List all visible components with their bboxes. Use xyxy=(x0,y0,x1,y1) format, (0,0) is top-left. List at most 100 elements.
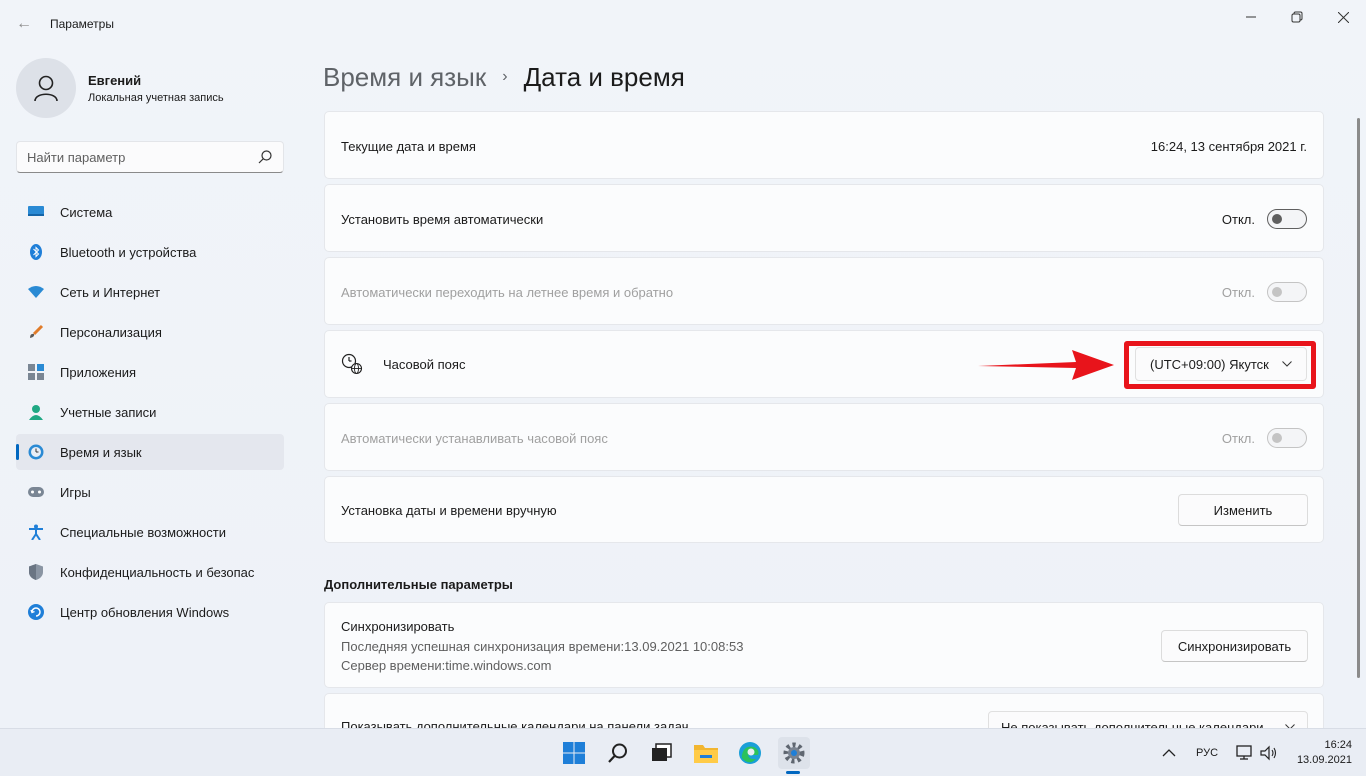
maximize-icon[interactable] xyxy=(1274,6,1320,28)
page-title: Дата и время xyxy=(523,61,685,92)
sidebar-item-label: Время и язык xyxy=(60,444,142,460)
bluetooth-icon xyxy=(28,244,44,260)
auto-time-label: Установить время автоматически xyxy=(341,212,544,227)
sidebar-item-label: Игры xyxy=(60,484,91,500)
user-profile[interactable]: Евгений Локальная учетная запись xyxy=(16,58,286,118)
apps-icon xyxy=(28,364,44,380)
sync-title: Синхронизировать xyxy=(341,619,455,634)
highlight-frame xyxy=(1124,341,1316,389)
sync-card: Синхронизировать Последняя успешная синх… xyxy=(324,602,1324,688)
settings-icon[interactable] xyxy=(778,737,810,769)
calendars-card: Показывать дополнительные календари на п… xyxy=(324,693,1324,728)
minimize-icon[interactable] xyxy=(1228,6,1274,28)
auto-timezone-label: Автоматически устанавливать часовой пояс xyxy=(341,431,608,446)
active-app-indicator xyxy=(786,771,800,774)
update-icon xyxy=(28,604,44,620)
title-bar: ← Параметры xyxy=(0,0,1366,48)
last-sync-text: Последняя успешная синхронизация времени… xyxy=(341,639,744,654)
sidebar-item-label: Приложения xyxy=(60,364,137,380)
network-icon[interactable] xyxy=(1236,729,1254,776)
calendars-value: Не показывать дополнительные календари xyxy=(1001,720,1264,728)
calendars-label: Показывать дополнительные календари на п… xyxy=(341,719,689,728)
toggle-knob xyxy=(1272,433,1282,443)
scrollbar[interactable] xyxy=(1357,118,1360,678)
sidebar-item-accessibility[interactable]: Специальные возможности xyxy=(16,514,284,550)
current-datetime-card: Текущие дата и время 16:24, 13 сентября … xyxy=(324,111,1324,179)
taskbar-clock[interactable]: 16:24 13.09.2021 xyxy=(1297,738,1352,768)
auto-time-card: Установить время автоматически Откл. xyxy=(324,184,1324,252)
settings-window: ← Параметры Евгений Локальная учетная за… xyxy=(0,0,1366,728)
sidebar-item-label: Сеть и Интернет xyxy=(60,284,161,300)
language-indicator[interactable]: РУС xyxy=(1196,729,1218,776)
change-button[interactable]: Изменить xyxy=(1178,494,1308,526)
brush-icon xyxy=(28,324,44,340)
globe-clock-icon xyxy=(341,353,363,375)
account-icon xyxy=(28,404,44,420)
close-icon[interactable] xyxy=(1320,6,1366,28)
task-view-icon[interactable] xyxy=(646,737,678,769)
sidebar-item-windows-update[interactable]: Центр обновления Windows xyxy=(16,594,284,630)
sidebar-item-apps[interactable]: Приложения xyxy=(16,354,284,390)
sidebar-item-label: Система xyxy=(60,204,113,220)
search-input[interactable] xyxy=(27,142,247,172)
app-title: Параметры xyxy=(50,17,114,31)
back-arrow-icon[interactable]: ← xyxy=(12,12,36,36)
chevron-right-icon: › xyxy=(502,68,508,85)
time-server-text: Сервер времени:time.windows.com xyxy=(341,658,552,673)
clock-date: 13.09.2021 xyxy=(1296,754,1352,766)
sidebar-item-system[interactable]: Система xyxy=(16,194,284,230)
sidebar-item-network[interactable]: Сеть и Интернет xyxy=(16,274,284,310)
chevron-up-icon[interactable] xyxy=(1162,729,1176,776)
auto-timezone-card: Автоматически устанавливать часовой пояс… xyxy=(324,403,1324,471)
sidebar-item-label: Персонализация xyxy=(60,324,162,340)
volume-icon[interactable] xyxy=(1260,729,1278,776)
dst-state: Откл. xyxy=(1221,284,1255,300)
sidebar-item-accounts[interactable]: Учетные записи xyxy=(16,394,284,430)
calendars-dropdown[interactable]: Не показывать дополнительные календари xyxy=(988,711,1308,728)
auto-timezone-state: Откл. xyxy=(1221,430,1255,446)
breadcrumb: Время и язык › Дата и время xyxy=(323,60,685,94)
file-explorer-icon[interactable] xyxy=(690,737,722,769)
sidebar-item-privacy[interactable]: Конфиденциальность и безопас xyxy=(16,554,284,590)
search-box[interactable] xyxy=(16,141,284,173)
sidebar-item-time-language[interactable]: Время и язык xyxy=(16,434,284,470)
account-type: Локальная учетная запись xyxy=(88,92,224,104)
current-datetime-label: Текущие дата и время xyxy=(341,139,476,154)
user-name: Евгений xyxy=(88,73,142,88)
sidebar-item-label: Центр обновления Windows xyxy=(60,604,230,620)
manual-datetime-card: Установка даты и времени вручную Изменит… xyxy=(324,476,1324,543)
current-datetime-value: 16:24, 13 сентября 2021 г. xyxy=(1150,139,1307,154)
timezone-label: Часовой пояс xyxy=(383,357,466,372)
sidebar-item-gaming[interactable]: Игры xyxy=(16,474,284,510)
person-icon xyxy=(34,75,58,102)
taskbar: РУС 16:24 13.09.2021 xyxy=(0,728,1366,776)
sidebar-item-label: Учетные записи xyxy=(60,404,157,420)
auto-timezone-toggle-group: Откл. xyxy=(1222,428,1307,448)
gamepad-icon xyxy=(28,484,44,500)
sidebar-item-bluetooth[interactable]: Bluetooth и устройства xyxy=(16,234,284,270)
auto-timezone-toggle xyxy=(1267,428,1307,448)
accessibility-icon xyxy=(28,524,44,540)
dst-card: Автоматически переходить на летнее время… xyxy=(324,257,1324,325)
sidebar-nav: Система Bluetooth и устройства Сеть и Ин… xyxy=(16,194,284,634)
section-title: Дополнительные параметры xyxy=(324,577,513,592)
dst-label: Автоматически переходить на летнее время… xyxy=(341,285,674,300)
sidebar-item-label: Bluetooth и устройства xyxy=(60,244,197,260)
clock-time: 16:24 xyxy=(1324,739,1352,751)
avatar xyxy=(16,58,76,118)
breadcrumb-parent[interactable]: Время и язык xyxy=(323,62,486,93)
dst-toggle-group: Откл. xyxy=(1222,282,1307,302)
sidebar-item-personalization[interactable]: Персонализация xyxy=(16,314,284,350)
search-icon[interactable] xyxy=(257,149,273,165)
manual-datetime-label: Установка даты и времени вручную xyxy=(341,503,557,518)
windows-start-icon[interactable] xyxy=(558,737,590,769)
edge-icon[interactable] xyxy=(734,737,766,769)
auto-time-toggle[interactable] xyxy=(1267,209,1307,229)
search-icon[interactable] xyxy=(602,737,634,769)
sidebar-item-label: Конфиденциальность и безопас xyxy=(60,564,255,580)
sidebar-item-label: Специальные возможности xyxy=(60,524,226,540)
wifi-icon xyxy=(28,284,44,300)
shield-icon xyxy=(28,564,44,580)
system-icon xyxy=(28,204,44,220)
sync-button[interactable]: Синхронизировать xyxy=(1161,630,1308,662)
